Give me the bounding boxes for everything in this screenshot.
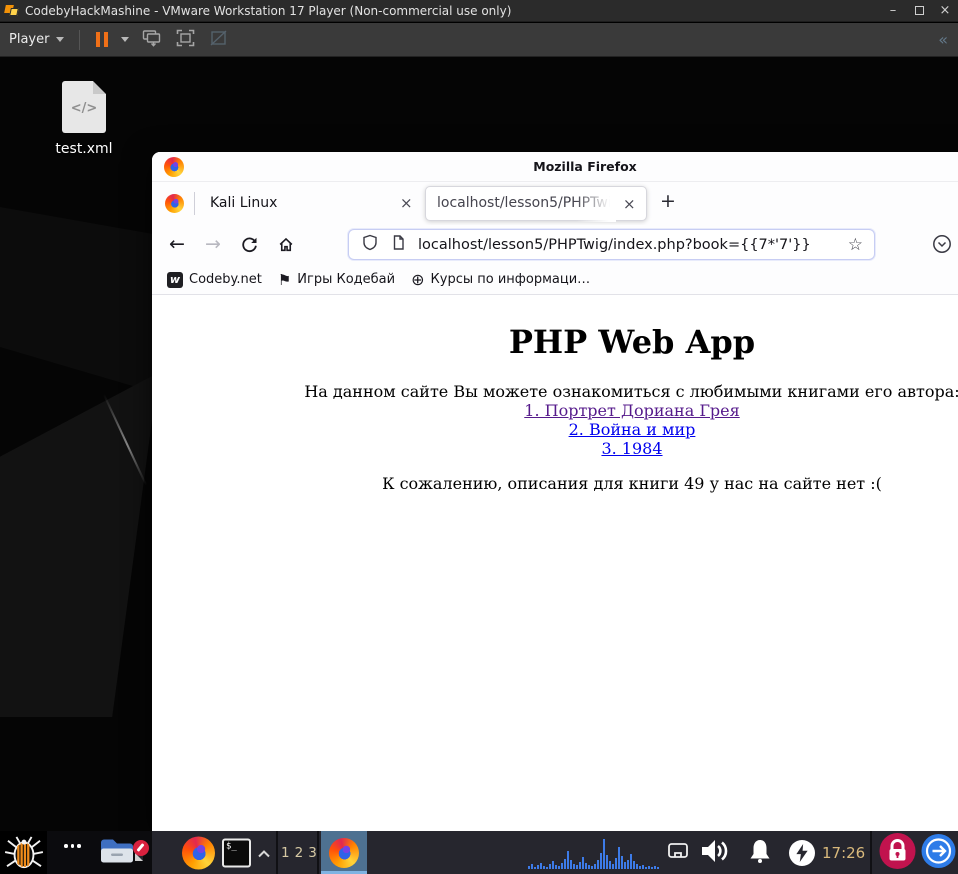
firefox-window-title: Mozilla Firefox: [533, 159, 637, 174]
tab-close-button[interactable]: ×: [623, 195, 636, 213]
bookmark-codeby[interactable]: w Codeby.net: [167, 271, 262, 288]
chevron-up-icon: [258, 849, 270, 857]
flag-icon: ⚑: [277, 270, 292, 289]
page-title: PHP Web App: [508, 323, 756, 361]
fullscreen-button[interactable]: [176, 29, 195, 51]
new-tab-button[interactable]: +: [660, 190, 676, 212]
page-info-icon[interactable]: [391, 234, 406, 255]
workspace-2[interactable]: 2: [295, 845, 304, 861]
firefox-titlebar[interactable]: Mozilla Firefox: [152, 152, 958, 182]
notifications-bell-icon[interactable]: [746, 837, 774, 869]
intro-text: На данном сайте Вы можете ознакомиться с…: [304, 382, 958, 401]
label-fade: [576, 187, 616, 222]
pocket-save-icon[interactable]: [932, 234, 952, 258]
suspend-options-chevron-icon[interactable]: [121, 37, 130, 42]
workspace-3[interactable]: 3: [308, 845, 317, 861]
screen-lock-icon[interactable]: [879, 832, 916, 873]
globe-icon: ⊕: [411, 269, 425, 289]
vmware-titlebar: CodebyHackMashine - VMware Workstation 1…: [0, 0, 958, 22]
forward-button-disabled: →: [205, 233, 221, 255]
volume-icon[interactable]: [700, 838, 734, 868]
not-found-message: К сожалению, описания для книги 49 у нас…: [382, 474, 882, 493]
reload-button[interactable]: [241, 236, 258, 258]
desktop-icon-label: test.xml: [55, 141, 113, 157]
maximize-icon: [914, 6, 924, 15]
tab-close-button[interactable]: ×: [400, 194, 413, 212]
terminal-button[interactable]: $_: [222, 838, 251, 867]
code-glyph: </>: [70, 101, 98, 116]
bookmark-label: Игры Кодебай: [297, 272, 396, 287]
book-link-2[interactable]: 2. Война и мир: [569, 420, 696, 439]
kali-bug-icon: [4, 835, 43, 868]
maximize-button[interactable]: [906, 0, 932, 22]
bookmark-label: Codeby.net: [189, 272, 262, 287]
back-button[interactable]: ←: [169, 234, 185, 255]
bookmark-courses[interactable]: ⊕ Курсы по информаци…: [411, 269, 591, 289]
player-menu-button[interactable]: Player: [0, 32, 70, 47]
close-button[interactable]: ×: [932, 0, 958, 22]
tab-localhost-active[interactable]: localhost/lesson5/PHPTwig/i ×: [425, 186, 647, 222]
workspace-1[interactable]: 1: [281, 845, 290, 861]
unity-mode-button-disabled: [209, 29, 228, 51]
tab-divider: [194, 192, 195, 215]
chevron-down-icon: [56, 37, 65, 42]
url-bar[interactable]: localhost/lesson5/PHPTwig/index.php?book…: [348, 229, 875, 260]
suspend-vm-button[interactable]: [89, 32, 115, 47]
edit-badge-icon: [133, 839, 149, 856]
send-ctrl-alt-del-button[interactable]: [142, 29, 162, 51]
clock[interactable]: 17:26: [822, 844, 865, 862]
desktop-icon-test-xml[interactable]: </> test.xml: [40, 81, 128, 157]
navigation-toolbar: ← → localhost/lesson5/PHPTwig/index.php?…: [152, 225, 958, 265]
bookmark-label: Курсы по информаци…: [430, 272, 591, 287]
firefox-window: Mozilla Firefox Kali Linux × localhost/l…: [152, 152, 958, 831]
url-input[interactable]: localhost/lesson5/PHPTwig/index.php?book…: [418, 237, 811, 253]
page-content: PHP Web App На данном сайте Вы можете оз…: [152, 295, 958, 829]
session-arrow-icon[interactable]: [921, 833, 956, 872]
cpu-power-icon[interactable]: [789, 839, 815, 866]
folder-icon: [101, 839, 133, 862]
firefox-window-button-active[interactable]: [321, 831, 367, 874]
firefox-view-icon[interactable]: [165, 194, 184, 213]
home-button[interactable]: [277, 236, 295, 258]
vmware-logo-icon: [4, 4, 19, 17]
tracking-shield-icon[interactable]: [362, 234, 378, 255]
taskbar-divider: [317, 831, 319, 874]
intro-and-links: На данном сайте Вы можете ознакомиться с…: [152, 382, 958, 458]
book-link-3[interactable]: 3. 1984: [601, 439, 662, 458]
file-manager-button[interactable]: [99, 836, 135, 869]
bookmark-games[interactable]: ⚑ Игры Кодебай: [278, 272, 395, 288]
book-link-1[interactable]: 1. Портрет Дориана Грея: [524, 401, 739, 420]
bookmark-star-icon[interactable]: ☆: [848, 235, 863, 255]
network-status-icon[interactable]: [667, 842, 689, 864]
firefox-logo-icon: [164, 157, 184, 177]
xml-file-icon: </>: [62, 81, 106, 133]
applications-menu-button[interactable]: [0, 831, 47, 874]
firefox-icon: [329, 837, 359, 868]
taskbar-divider: [276, 831, 278, 874]
minimize-button[interactable]: –: [880, 0, 906, 22]
terminal-glyph: $_: [226, 841, 237, 851]
firefox-launcher-button[interactable]: [182, 836, 215, 869]
bookmarks-toolbar: w Codeby.net ⚑ Игры Кодебай ⊕ Курсы по и…: [152, 265, 958, 295]
taskbar-divider: [870, 831, 872, 874]
page-fold: [93, 81, 106, 94]
network-monitor-graph: [528, 835, 660, 873]
collapse-toolbar-button[interactable]: «: [938, 30, 948, 49]
player-menu-label: Player: [9, 32, 50, 47]
kali-desktop: </> test.xml Mozilla Firefox Kali Linux …: [0, 57, 958, 874]
tab-bar: Kali Linux × localhost/lesson5/PHPTwig/i…: [152, 182, 958, 225]
tab-kali-linux[interactable]: Kali Linux: [210, 195, 277, 211]
dots-icon: [64, 844, 81, 848]
toolbar-divider: [79, 29, 81, 50]
panel-expand-button[interactable]: [257, 843, 271, 862]
lightning-bolt-icon: [796, 843, 808, 862]
vmware-toolbar: Player «: [0, 23, 958, 57]
vmware-window-title: CodebyHackMashine - VMware Workstation 1…: [25, 3, 512, 18]
codeby-favicon: w: [167, 271, 183, 288]
kali-taskbar: $_ 1 2 3 4 17:26: [0, 831, 958, 874]
